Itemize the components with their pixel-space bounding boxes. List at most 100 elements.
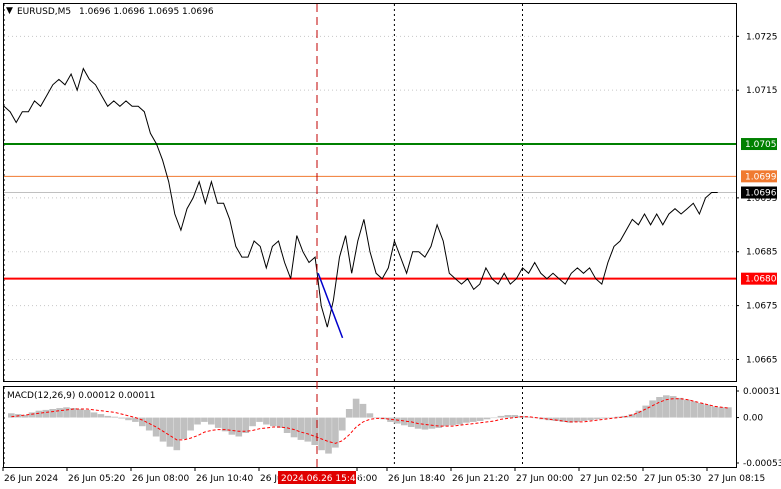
macd-bar: [504, 415, 512, 418]
macd-header-label: MACD(12,26,9) 0.00012 0.00011: [7, 391, 156, 401]
macd-bar: [159, 417, 167, 442]
price-tick-label: 1.0665: [746, 355, 778, 365]
macd-bar: [56, 408, 63, 418]
price-tick-label: 1.0675: [746, 302, 778, 312]
macd-bar: [90, 412, 98, 418]
macd-axis: 0.00031 0.00 -0.00053: [736, 387, 781, 469]
macd-bar: [649, 400, 656, 418]
macd-bar: [449, 417, 456, 426]
macd-bar: [690, 401, 698, 418]
macd-bar: [49, 409, 56, 418]
macd-bar: [42, 409, 50, 418]
macd-bar: [490, 417, 498, 419]
macd-bar: [290, 417, 298, 438]
macd-bar: [166, 417, 174, 447]
macd-bar: [173, 417, 181, 451]
macd-bar: [456, 417, 463, 425]
macd-bar: [683, 399, 691, 418]
time-axis-label: 27 Jun 08:15: [708, 474, 765, 484]
macd-bar: [283, 417, 291, 433]
macd-bar: [601, 417, 608, 419]
time-axis-label: 26 Jun 08:00: [132, 474, 189, 484]
macd-tick-label: 0.00031: [743, 387, 780, 397]
macd-bar: [304, 417, 312, 442]
time-axis-label: 26 Jun 05:20: [68, 474, 125, 484]
orange-level-tag-label: 1.0699: [745, 172, 777, 182]
macd-bar: [104, 415, 112, 418]
macd-bar: [656, 397, 663, 418]
macd-bar: [77, 409, 84, 418]
macd-bar: [573, 417, 580, 422]
macd-bar: [676, 397, 684, 418]
time-axis-label: 27 Jun 02:50: [580, 474, 637, 484]
price-tick-label: 1.0725: [746, 32, 778, 42]
macd-bar: [421, 417, 429, 430]
macd-bar: [725, 407, 732, 418]
crosshair-time-text: 2024.06.26 15:45: [281, 474, 361, 484]
macd-tick-label: -0.00053: [743, 459, 781, 469]
macd-bar: [187, 417, 194, 431]
macd-bar: [359, 403, 367, 418]
macd-bar: [352, 398, 360, 418]
macd-bar: [256, 417, 263, 422]
red-level-tag-label: 1.0680: [745, 275, 777, 285]
macd-bar: [28, 412, 36, 418]
macd-bar: [587, 417, 594, 421]
macd-bar: [345, 409, 353, 418]
macd-bar: [594, 417, 601, 420]
time-axis-label: 26 Jun 21:20: [452, 474, 509, 484]
macd-bar: [297, 417, 305, 440]
macd-bar: [718, 407, 725, 418]
macd-bar: [697, 403, 705, 418]
macd-bar: [476, 417, 484, 421]
macd-bar: [580, 417, 587, 421]
price-level-tags: 1.0705 1.0699 1.0680 1.0696: [741, 138, 777, 285]
macd-bar: [214, 417, 222, 428]
macd-tick-label: 0.00: [743, 414, 763, 424]
chart-header: ▼ EURUSD,M5 1.0696 1.0696 1.0695 1.0696: [6, 6, 214, 17]
time-axis: 26 Jun 2024 26 Jun 05:20 26 Jun 08:00 26 Ju…: [2, 467, 765, 484]
macd-bar: [663, 395, 670, 418]
macd-bar: [208, 417, 215, 425]
macd-bar: [428, 417, 436, 429]
price-tick-label: 1.0715: [746, 86, 778, 96]
macd-bar: [394, 417, 401, 424]
green-level-tag-label: 1.0705: [745, 140, 777, 150]
macd-bar: [180, 417, 187, 439]
macd-bar: [263, 417, 270, 425]
macd-bar: [270, 417, 277, 427]
time-axis-label: 26 Jun 2024: [4, 474, 58, 484]
macd-bar: [483, 417, 491, 420]
time-axis-label: 26 Jun 18:40: [388, 474, 445, 484]
time-axis-label: 27 Jun 00:00: [516, 474, 573, 484]
macd-bar: [711, 406, 718, 418]
macd-bar: [276, 417, 284, 428]
macd-bar: [249, 417, 256, 427]
price-axis: 1.07251.07151.06951.06851.06751.0665: [736, 32, 778, 365]
macd-bar: [228, 417, 236, 435]
ohlc-values: 1.0696 1.0696 1.0695 1.0696: [79, 7, 214, 17]
macd-bar: [442, 417, 449, 427]
chart-window[interactable]: ▼ EURUSD,M5 1.0696 1.0696 1.0695 1.0696 …: [0, 0, 781, 489]
macd-bar: [463, 417, 470, 423]
macd-bar: [152, 417, 160, 437]
macd-bar: [118, 417, 125, 419]
macd-bar: [497, 415, 505, 418]
macd-bar: [235, 417, 243, 437]
macd-bar: [470, 417, 477, 422]
macd-bar: [63, 407, 70, 418]
macd-bar: [339, 417, 346, 431]
macd-bar: [194, 417, 201, 425]
macd-bar: [366, 413, 374, 418]
macd-bar: [83, 409, 91, 418]
macd-bar: [201, 417, 208, 422]
dropdown-triangle-icon[interactable]: ▼: [6, 6, 13, 16]
symbol-label: EURUSD,M5: [17, 7, 71, 17]
macd-bar: [704, 404, 711, 418]
current-price-tag-label: 1.0696: [745, 189, 777, 199]
macd-bar: [97, 414, 105, 418]
macd-bar: [125, 417, 132, 421]
macd-bar: [325, 417, 332, 454]
time-axis-label: 26 Jun 10:40: [196, 474, 253, 484]
macd-bar: [318, 417, 325, 451]
